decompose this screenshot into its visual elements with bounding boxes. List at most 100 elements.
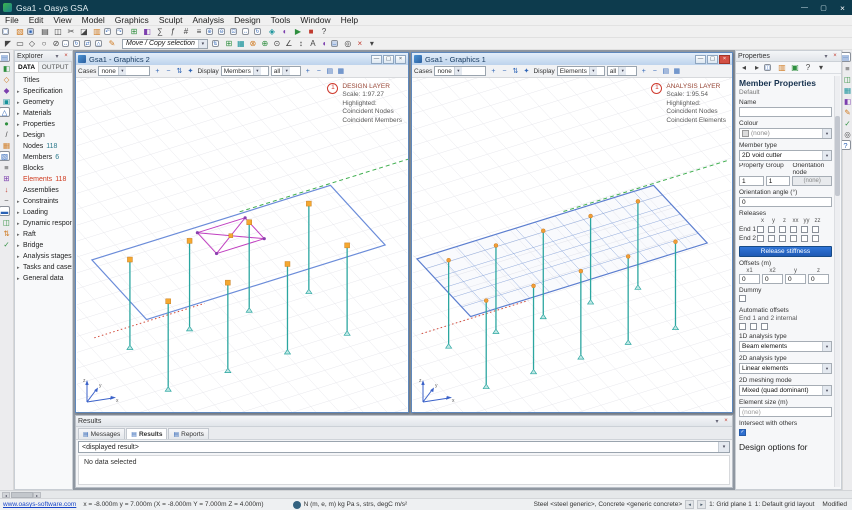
spec-icon[interactable]: ◧ — [1, 63, 12, 73]
grid-icon[interactable]: # — [180, 26, 192, 37]
panel-collapse-icon[interactable]: ▾ — [822, 52, 830, 60]
display-select[interactable]: Elements ▾ — [556, 66, 605, 76]
design-icon[interactable]: △ — [0, 107, 10, 117]
release-checkbox[interactable] — [812, 235, 819, 242]
function-icon[interactable]: ƒ — [167, 26, 179, 37]
sum-icon[interactable]: ∑ — [154, 26, 166, 37]
tree-nodes[interactable]: Nodes 118 — [15, 141, 72, 152]
tree-raft[interactable]: ▸ Raft — [15, 229, 72, 240]
results-header[interactable]: Results ▾ × — [76, 416, 732, 427]
rotate-view-icon[interactable]: ↻ — [254, 28, 261, 35]
stop-icon[interactable]: ■ — [305, 26, 317, 37]
entity-filter-select[interactable]: all ▾ — [270, 66, 301, 76]
remove-case-icon[interactable]: − — [499, 66, 509, 76]
offset-input[interactable]: 0 — [739, 274, 760, 284]
zoom-window-icon[interactable]: ⊡ — [230, 28, 237, 35]
release-checkbox[interactable] — [801, 226, 808, 233]
release-checkbox[interactable] — [790, 226, 797, 233]
notes-icon[interactable]: ✎ — [842, 107, 852, 117]
loading-icon[interactable]: ↓ — [1, 184, 12, 194]
tree-titles[interactable]: Titles — [15, 75, 72, 86]
tree-assemblies[interactable]: Assemblies — [15, 185, 72, 196]
options-icon[interactable]: ▾ — [366, 38, 378, 49]
tasks-icon[interactable]: ✓ — [1, 239, 12, 249]
view-grid-icon[interactable]: ▦ — [336, 66, 346, 76]
edit-icon[interactable]: ✎ — [106, 38, 118, 49]
tab-output[interactable]: OUTPUT — [39, 62, 72, 72]
orientation-node-button[interactable]: (none) — [792, 176, 832, 186]
tree-constraints[interactable]: ▸ Constraints — [15, 196, 72, 207]
menu-graphics[interactable]: Graphics — [110, 15, 154, 25]
add-case-icon[interactable]: + — [488, 66, 498, 76]
measure-icon[interactable]: ∠ — [283, 38, 295, 49]
release-checkbox[interactable] — [768, 235, 775, 242]
elements-icon[interactable]: ▧ — [0, 151, 10, 161]
graphics-window-titlebar[interactable]: Gsa1 - Graphics 2 — ▢ × — [76, 53, 408, 65]
minimize-button[interactable]: — — [795, 0, 814, 15]
properties-header[interactable]: Properties ▾ × — [736, 51, 841, 62]
assemblies-icon[interactable]: ≡ — [1, 162, 12, 172]
analyse-icon[interactable]: ▶ — [292, 26, 304, 37]
zoom-in-icon[interactable]: ⊕ — [206, 28, 213, 35]
cut-icon[interactable]: ✂ — [65, 26, 77, 37]
zoom-out-icon[interactable]: ⊖ — [218, 28, 225, 35]
grid-next-icon[interactable]: ▸ — [697, 500, 707, 509]
charts-icon[interactable]: ◧ — [842, 96, 852, 106]
tree-elements[interactable]: Elements 118 — [15, 174, 72, 185]
gateways-icon[interactable]: ◫ — [842, 74, 852, 84]
auto-offset-end1-checkbox[interactable] — [739, 323, 746, 330]
display-select[interactable]: Members ▾ — [220, 66, 269, 76]
tree-design[interactable]: ▸ Design — [15, 130, 72, 141]
rotate-icon[interactable]: ↻ — [73, 40, 80, 47]
cases-select[interactable]: none ▾ — [434, 66, 487, 76]
dynamic-icon[interactable]: ~ — [1, 195, 12, 205]
auto-offset-internal-checkbox[interactable] — [761, 323, 768, 330]
window-minimize-button[interactable]: — — [371, 54, 382, 64]
array-icon[interactable]: ⊞ — [223, 38, 235, 49]
panel-collapse-icon[interactable]: ▾ — [713, 417, 721, 425]
tree-blocks[interactable]: Blocks — [15, 163, 72, 174]
stages-icon[interactable]: ⇅ — [1, 228, 12, 238]
auto-offset-end2-checkbox[interactable] — [750, 323, 757, 330]
release-checkbox[interactable] — [779, 226, 786, 233]
highlight-icon[interactable]: ✦ — [521, 66, 531, 76]
zoom-in-icon[interactable]: + — [639, 66, 649, 76]
colour-select[interactable]: (none) ▾ — [739, 128, 832, 139]
explorer-header[interactable]: Explorer ▾ × — [15, 51, 72, 62]
zoom-out-icon[interactable]: − — [650, 66, 660, 76]
chart-view-icon[interactable]: ◧ — [141, 26, 153, 37]
select-polygon-icon[interactable]: ◇ — [26, 38, 38, 49]
release-checkbox[interactable] — [779, 235, 786, 242]
tab-results[interactable]: ▤ Results — [126, 428, 168, 439]
materials-icon[interactable]: ◆ — [1, 85, 12, 95]
tree-dynamic-response[interactable]: ▸ Dynamic response — [15, 218, 72, 229]
mesh-icon[interactable]: ▦ — [235, 38, 247, 49]
prev-property-icon[interactable]: ◂ — [738, 62, 750, 73]
table-view-icon[interactable]: ⊞ — [128, 26, 140, 37]
constraints-icon[interactable]: ⊞ — [1, 173, 12, 183]
output-icon[interactable]: ▦ — [842, 85, 852, 95]
cases-select[interactable]: none ▾ — [98, 66, 151, 76]
menu-window[interactable]: Window — [295, 15, 335, 25]
list-icon[interactable]: ≡ — [193, 26, 205, 37]
grid-prev-icon[interactable]: ◂ — [685, 500, 695, 509]
join-icon[interactable]: ⊕ — [259, 38, 271, 49]
release-checkbox[interactable] — [757, 235, 764, 242]
release-checkbox[interactable] — [757, 226, 764, 233]
tree-loading[interactable]: ▸ Loading — [15, 207, 72, 218]
tab-data[interactable]: DATA — [15, 62, 39, 72]
save-icon[interactable]: ▣ — [27, 28, 34, 35]
bridge-icon[interactable]: ◫ — [1, 217, 12, 227]
titles-icon[interactable]: ▤ — [0, 52, 10, 62]
new-icon[interactable]: ▢ — [2, 28, 9, 35]
shade-icon[interactable]: ◐ — [279, 26, 291, 37]
tree-properties[interactable]: ▸ Properties — [15, 119, 72, 130]
displayed-result-select[interactable]: <displayed result> ▾ — [78, 441, 730, 453]
select-box-icon[interactable]: ▭ — [14, 38, 26, 49]
tab-messages[interactable]: ▤ Messages — [78, 428, 126, 439]
check-icon[interactable]: ✓ — [842, 118, 852, 128]
name-input[interactable] — [739, 107, 832, 117]
select-cursor-icon[interactable]: ◤ — [2, 38, 14, 49]
tree-tasks-and-cases[interactable]: ▸ Tasks and cases — [15, 262, 72, 273]
paint-icon[interactable]: ◐ — [319, 38, 331, 49]
